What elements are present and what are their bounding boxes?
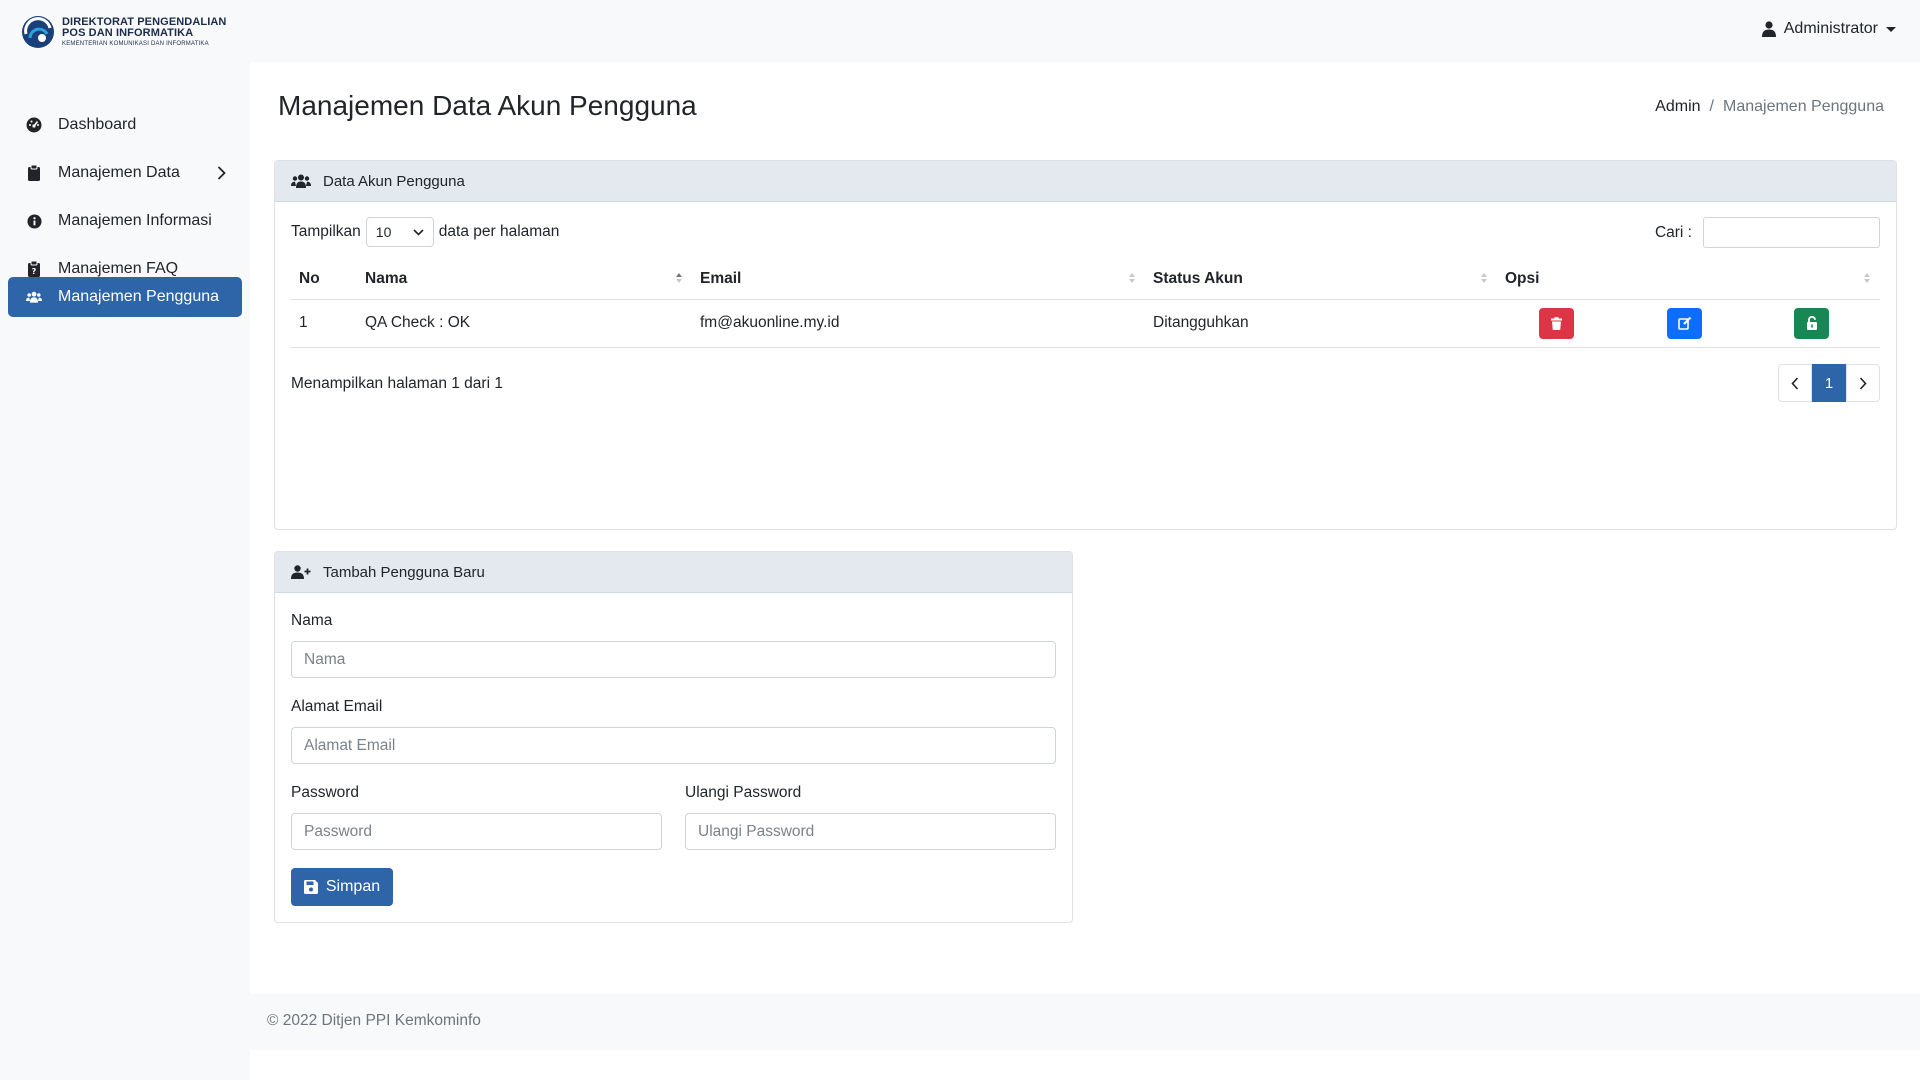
table-row: 1 QA Check : OK fm@akuonline.my.id Ditan… — [291, 299, 1880, 348]
chevron-right-icon — [1859, 376, 1867, 390]
svg-text:?: ? — [32, 267, 37, 276]
user-accounts-table: No Nama Email Status Akun Opsi 1 QA Chec… — [291, 259, 1880, 348]
cell-opsi — [1497, 299, 1880, 348]
info-icon — [26, 213, 42, 229]
sidebar: Dashboard Manajemen Data Manajemen Infor… — [0, 62, 250, 1080]
sidebar-item-dashboard[interactable]: Dashboard — [8, 105, 242, 145]
chevron-left-icon — [1791, 376, 1799, 390]
user-accounts-card: Data Akun Pengguna Tampilkan 10 data per… — [274, 160, 1897, 530]
brand-text: DIREKTORAT PENGENDALIAN POS DAN INFORMAT… — [62, 17, 226, 48]
sort-icon — [1864, 273, 1870, 283]
table-info-text: Menampilkan halaman 1 dari 1 — [291, 375, 503, 392]
sidebar-item-label: Manajemen Informasi — [58, 212, 212, 229]
column-header-label: Status Akun — [1153, 269, 1243, 287]
column-header-status[interactable]: Status Akun — [1145, 259, 1497, 300]
user-icon — [1761, 21, 1776, 37]
sidebar-item-manajemen-pengguna[interactable]: Manajemen Pengguna — [8, 277, 242, 317]
chevron-down-icon — [413, 228, 424, 236]
name-input[interactable] — [291, 641, 1056, 678]
email-label: Alamat Email — [291, 698, 383, 715]
user-plus-icon — [291, 565, 311, 579]
sidebar-item-label: Manajemen Data — [58, 164, 180, 181]
caret-down-icon — [1886, 26, 1896, 32]
add-user-card: Tambah Pengguna Baru Nama Alamat Email P… — [274, 551, 1073, 923]
card-title: Tambah Pengguna Baru — [323, 563, 485, 581]
sidebar-item-label: Manajemen FAQ — [58, 260, 179, 277]
sort-icon — [1129, 273, 1135, 283]
pagination: 1 — [1778, 364, 1880, 402]
breadcrumb-separator: / — [1709, 98, 1714, 115]
edit-icon — [1677, 316, 1691, 330]
password-label: Password — [291, 784, 360, 801]
cell-status: Ditangguhkan — [1145, 299, 1497, 348]
unlock-button[interactable] — [1794, 307, 1829, 339]
column-header-label: Email — [700, 269, 742, 287]
search-input[interactable] — [1703, 217, 1880, 248]
table-header-row: No Nama Email Status Akun Opsi — [291, 259, 1880, 300]
user-menu-dropdown[interactable]: Administrator — [1761, 20, 1896, 38]
search-label: Cari : — [1654, 223, 1692, 241]
add-user-card-header: Tambah Pengguna Baru — [275, 552, 1072, 593]
sort-icon — [1481, 273, 1487, 283]
email-input[interactable] — [291, 727, 1056, 764]
column-header-nama[interactable]: Nama — [357, 259, 692, 300]
brand-line-2: POS DAN INFORMATIKA — [62, 27, 194, 39]
sidebar-item-manajemen-informasi[interactable]: Manajemen Informasi — [8, 201, 242, 241]
save-icon — [303, 880, 318, 894]
brand-line-3: KEMENTERIAN KOMUNIKASI DAN INFORMATIKA — [62, 41, 209, 47]
column-header-opsi[interactable]: Opsi — [1497, 259, 1880, 300]
chevron-right-icon — [217, 166, 226, 180]
sidebar-item-label: Manajemen Pengguna — [58, 288, 220, 305]
top-navbar: DIREKTORAT PENGENDALIAN POS DAN INFORMAT… — [0, 0, 1920, 62]
trash-icon — [1551, 316, 1562, 330]
repeat-password-input[interactable] — [685, 813, 1056, 850]
question-clipboard-icon: ? — [26, 261, 42, 277]
save-button[interactable]: Simpan — [291, 868, 393, 906]
length-prefix-label: Tampilkan — [291, 223, 361, 240]
column-header-label: Opsi — [1505, 269, 1540, 287]
length-suffix-label: data per halaman — [438, 223, 560, 240]
page-length-value: 10 — [375, 224, 392, 240]
repeat-password-label: Ulangi Password — [685, 784, 802, 801]
pagination-prev-button[interactable] — [1778, 364, 1812, 402]
breadcrumb-current: Manajemen Pengguna — [1722, 98, 1884, 115]
column-header-no[interactable]: No — [291, 259, 357, 300]
page-length-control: Tampilkan 10 data per halaman — [291, 217, 559, 247]
main-content: Manajemen Data Akun Pengguna Admin / Man… — [250, 62, 1920, 994]
sidebar-item-label: Dashboard — [58, 116, 137, 133]
password-input[interactable] — [291, 813, 662, 850]
pagination-page-button[interactable]: 1 — [1812, 364, 1846, 402]
page-bottom-strip — [250, 1050, 1920, 1080]
footer-copyright: © 2022 Ditjen PPI Kemkominfo — [267, 1012, 481, 1029]
column-header-label: Nama — [365, 269, 408, 287]
edit-button[interactable] — [1667, 307, 1702, 339]
pagination-next-button[interactable] — [1846, 364, 1880, 402]
user-menu-label: Administrator — [1783, 20, 1878, 37]
breadcrumb-admin-link[interactable]: Admin — [1655, 98, 1700, 116]
delete-button[interactable] — [1539, 307, 1574, 339]
footer: © 2022 Ditjen PPI Kemkominfo — [250, 994, 1920, 1050]
page-title: Manajemen Data Akun Pengguna — [278, 90, 697, 121]
dashboard-icon — [26, 117, 42, 133]
page-length-select[interactable]: 10 — [365, 217, 434, 247]
cell-email: fm@akuonline.my.id — [692, 299, 1145, 348]
users-icon — [26, 289, 42, 305]
save-button-label: Simpan — [325, 878, 381, 895]
cell-no: 1 — [291, 299, 357, 348]
unlock-icon — [1806, 316, 1817, 330]
column-header-email[interactable]: Email — [692, 259, 1145, 300]
sidebar-item-manajemen-data[interactable]: Manajemen Data — [8, 153, 242, 193]
cell-nama: QA Check : OK — [357, 299, 692, 348]
card-title: Data Akun Pengguna — [323, 172, 465, 190]
breadcrumb: Admin / Manajemen Pengguna — [1655, 98, 1884, 116]
sort-icon — [676, 273, 682, 283]
user-accounts-card-header: Data Akun Pengguna — [275, 161, 1896, 202]
brand-logo[interactable]: DIREKTORAT PENGENDALIAN POS DAN INFORMAT… — [20, 14, 226, 50]
name-label: Nama — [291, 612, 333, 629]
column-header-label: No — [299, 269, 320, 287]
kominfo-logo-icon — [22, 16, 54, 48]
users-icon — [291, 174, 311, 188]
table-search: Cari : — [1655, 217, 1880, 248]
clipboard-icon — [26, 165, 42, 181]
